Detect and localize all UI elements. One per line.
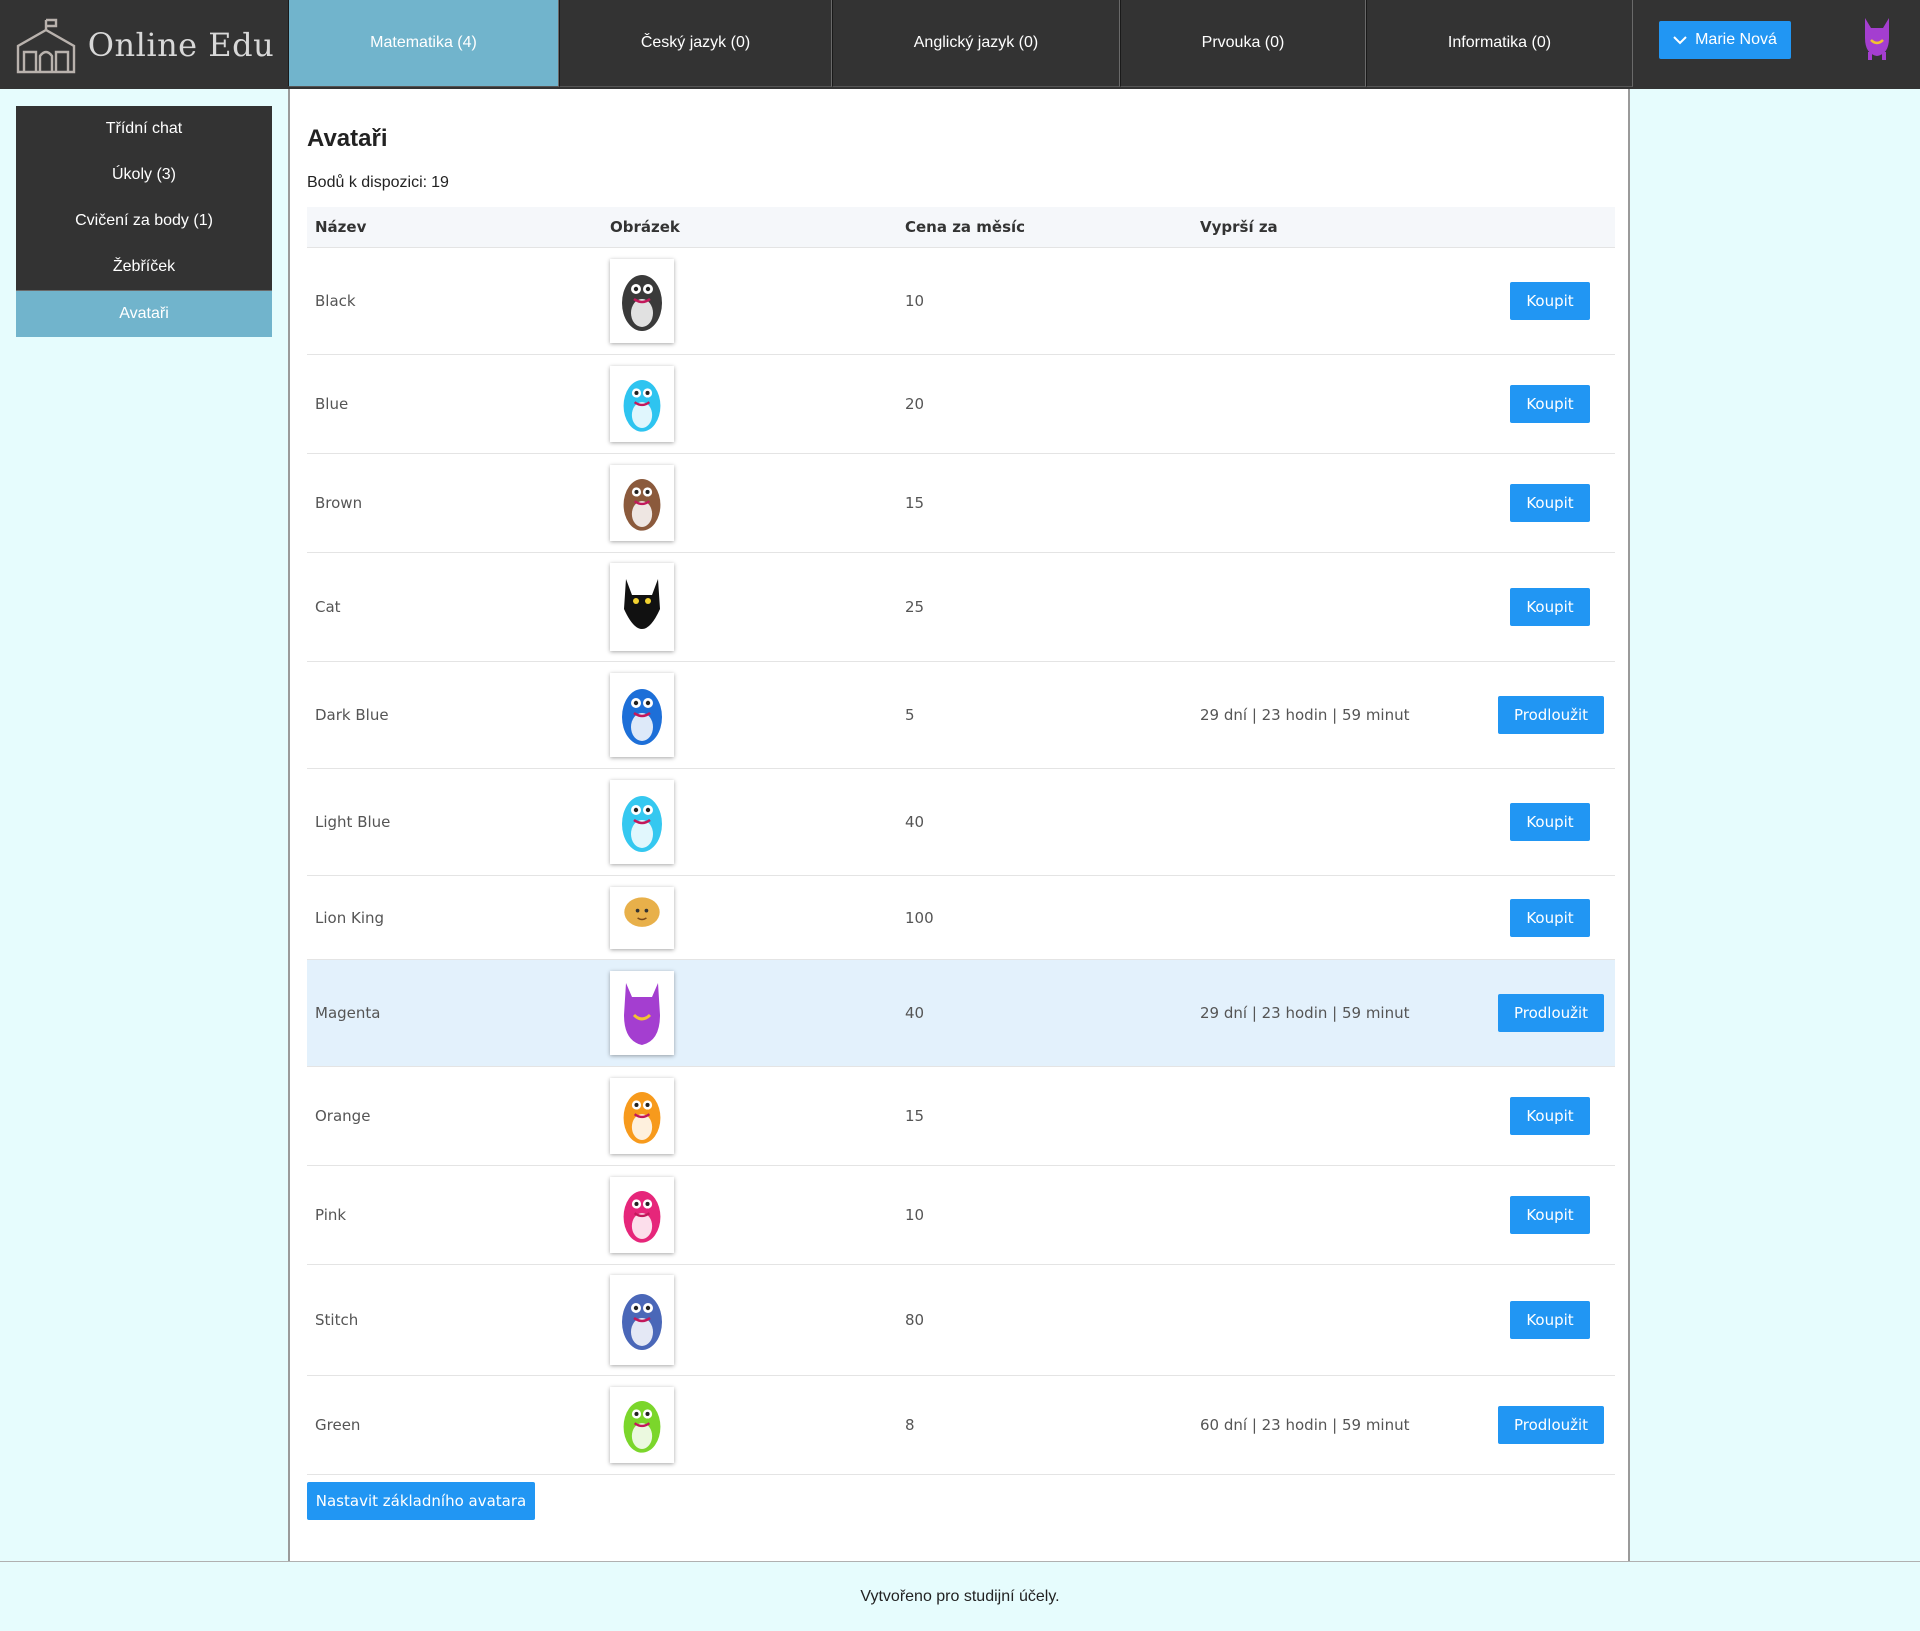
extend-button[interactable]: Prodloužit <box>1498 1406 1604 1444</box>
sidebar-item-zebricek[interactable]: Žebříček <box>16 244 272 290</box>
avatar-name: Lion King <box>315 908 385 927</box>
buy-button[interactable]: Koupit <box>1510 1301 1590 1339</box>
avatar-image <box>610 259 674 343</box>
avatar-image <box>610 366 674 442</box>
main-content: Avataři Bodů k dispozici: 19 Název Obráze… <box>288 89 1630 1561</box>
avatar-price: 10 <box>905 292 925 310</box>
tab-anglicky-jazyk[interactable]: Anglický jazyk (0) <box>832 0 1120 87</box>
avatar-image <box>610 1177 674 1253</box>
top-navigation-bar: Online Edu Matematika (4) Český jazyk (0… <box>0 0 1920 89</box>
avatar-image <box>610 1078 674 1154</box>
footer-text: Vytvořeno pro studijní účely. <box>860 1588 1060 1605</box>
table-header: Název Obrázek Cena za měsíc Vyprší za <box>307 207 1615 248</box>
avatar-image <box>610 1387 674 1463</box>
table-row: Orange 15 Koupit <box>307 1067 1615 1166</box>
avatar-name: Magenta <box>315 1004 381 1022</box>
table-row: Dark Blue 5 29 dní | 23 hodin | 59 minut P… <box>307 662 1615 769</box>
avatar-price: 40 <box>905 1004 925 1022</box>
avatar-name: Stitch <box>315 1311 359 1329</box>
avatar-price: 100 <box>905 908 934 927</box>
avatar-name: Pink <box>315 1206 347 1224</box>
avatar-name: Brown <box>315 494 363 512</box>
tab-cesky-jazyk[interactable]: Český jazyk (0) <box>559 0 832 87</box>
avatar-price: 5 <box>905 706 915 724</box>
sidebar: Třídní chat Úkoly (3) Cvičení za body (1… <box>16 106 272 337</box>
user-name: Marie Nová <box>1695 31 1777 48</box>
avatar-image <box>610 673 674 757</box>
column-header-name: Název <box>315 218 367 236</box>
avatar-price: 10 <box>905 1206 925 1224</box>
avatar-name: Green <box>315 1416 361 1434</box>
avatar-name: Orange <box>315 1107 371 1125</box>
column-header-image: Obrázek <box>610 218 680 236</box>
avatar-name: Black <box>315 292 356 310</box>
avatar-image <box>610 563 674 651</box>
tab-informatika[interactable]: Informatika (0) <box>1366 0 1633 87</box>
table-row: Magenta 40 29 dní | 23 hodin | 59 minut Pr… <box>307 960 1615 1067</box>
app-title: Online Edu <box>87 25 275 64</box>
points-value: 19 <box>431 174 449 191</box>
column-header-expires: Vyprší za <box>1200 218 1278 236</box>
avatar-price: 40 <box>905 813 925 831</box>
set-default-avatar-button[interactable]: Nastavit základního avatara <box>307 1482 535 1520</box>
avatar-expires: 29 dní | 23 hodin | 59 minut <box>1200 1004 1410 1022</box>
table-row: Black 10 Koupit <box>307 248 1615 355</box>
tab-prvouka[interactable]: Prvouka (0) <box>1120 0 1366 87</box>
table-row: Cat 25 Koupit <box>307 553 1615 662</box>
extend-button[interactable]: Prodloužit <box>1498 994 1604 1032</box>
avatar-name: Blue <box>315 395 349 413</box>
school-icon <box>16 18 75 73</box>
extend-button[interactable]: Prodloužit <box>1498 696 1604 734</box>
buy-button[interactable]: Koupit <box>1510 1196 1590 1234</box>
buy-button[interactable]: Koupit <box>1510 1097 1590 1135</box>
avatar-name: Light Blue <box>315 813 391 831</box>
buy-button[interactable]: Koupit <box>1510 282 1590 320</box>
subject-tabs: Matematika (4) Český jazyk (0) Anglický … <box>288 0 1633 89</box>
chevron-down-icon <box>1673 36 1687 45</box>
avatar-image <box>610 886 674 949</box>
avatar-price: 80 <box>905 1311 925 1329</box>
avatar-name: Cat <box>315 598 341 616</box>
buy-button[interactable]: Koupit <box>1510 385 1590 423</box>
avatar-price: 15 <box>905 1107 925 1125</box>
points-label: Bodů k dispozici: <box>307 174 428 191</box>
footer-divider <box>0 1561 1920 1562</box>
avatar-image <box>610 1275 674 1365</box>
table-row: Pink 10 Koupit <box>307 1166 1615 1265</box>
table-row: Blue 20 Koupit <box>307 355 1615 454</box>
user-menu-button[interactable]: Marie Nová <box>1659 21 1791 59</box>
buy-button[interactable]: Koupit <box>1510 484 1590 522</box>
avatar-price: 25 <box>905 598 925 616</box>
column-header-price: Cena za měsíc <box>905 218 1026 236</box>
logo[interactable]: Online Edu <box>0 0 288 89</box>
avatars-table: Název Obrázek Cena za měsíc Vyprší za Bl… <box>307 207 1615 1475</box>
table-row: Stitch 80 Koupit <box>307 1265 1615 1376</box>
table-row: Green 8 60 dní | 23 hodin | 59 minut Prodl… <box>307 1376 1615 1475</box>
buy-button[interactable]: Koupit <box>1510 588 1590 626</box>
buy-button[interactable]: Koupit <box>1510 898 1590 937</box>
table-row: Light Blue 40 Koupit <box>307 769 1615 876</box>
table-row: Brown 15 Koupit <box>307 454 1615 553</box>
avatar-image <box>610 465 674 541</box>
avatar-expires: 29 dní | 23 hodin | 59 minut <box>1200 706 1410 724</box>
avatar-image <box>610 971 674 1055</box>
points-available: Bodů k dispozici: 19 <box>307 174 449 192</box>
avatar-expires: 60 dní | 23 hodin | 59 minut <box>1200 1416 1410 1434</box>
avatar-price: 15 <box>905 494 925 512</box>
avatar-price: 8 <box>905 1416 915 1434</box>
page-title: Avataři <box>307 125 388 152</box>
sidebar-item-tridni-chat[interactable]: Třídní chat <box>16 106 272 152</box>
user-avatar-icon[interactable] <box>1861 16 1893 62</box>
table-body: Black 10 Koupit Blue 20 Koupit Brown 15 Koupi… <box>307 248 1615 1475</box>
avatar-image <box>610 780 674 864</box>
table-row: Lion King 100 Koupit <box>307 876 1615 960</box>
buy-button[interactable]: Koupit <box>1510 803 1590 841</box>
sidebar-item-ukoly[interactable]: Úkoly (3) <box>16 152 272 198</box>
avatar-name: Dark Blue <box>315 706 389 724</box>
sidebar-item-avatari[interactable]: Avataři <box>16 290 272 337</box>
avatar-price: 20 <box>905 395 925 413</box>
tab-matematika[interactable]: Matematika (4) <box>288 0 559 87</box>
sidebar-item-cviceni-za-body[interactable]: Cvičení za body (1) <box>16 198 272 244</box>
